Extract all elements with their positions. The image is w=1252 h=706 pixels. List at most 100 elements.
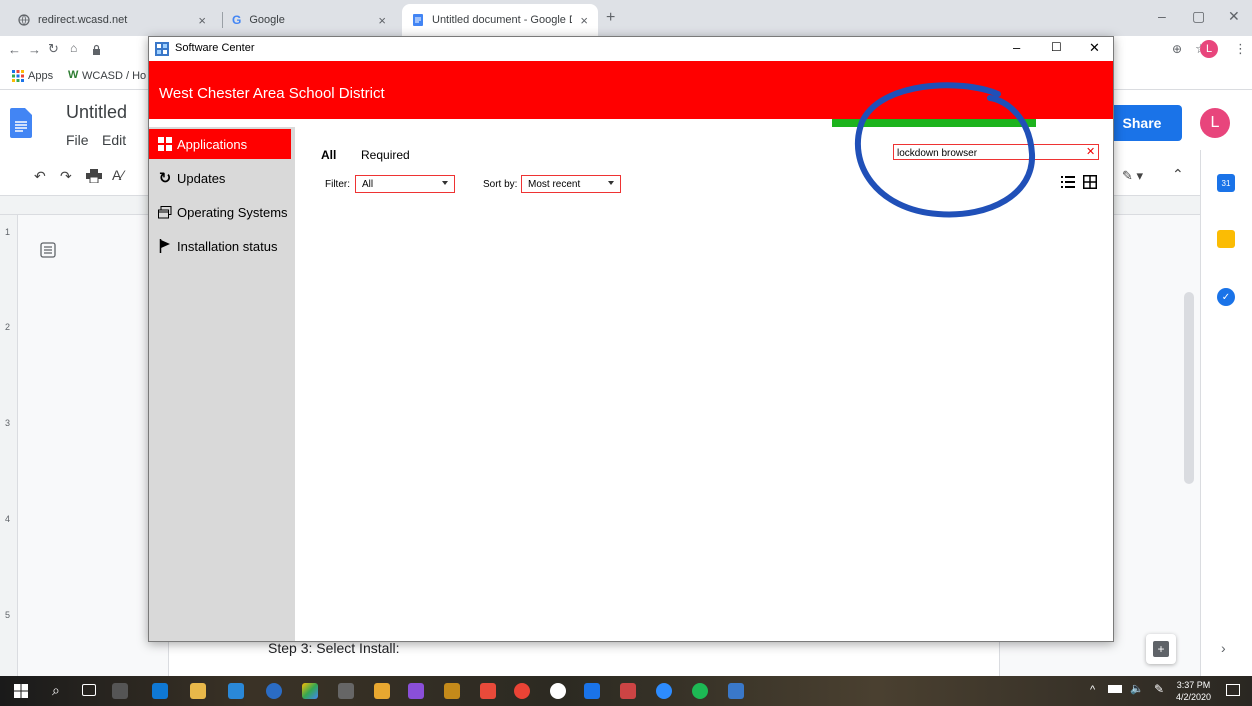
taskbar-zoom-icon[interactable]	[656, 683, 672, 699]
software-center-icon	[155, 42, 169, 56]
bookmark-wcasd[interactable]: WCASD / Ho	[82, 70, 146, 82]
tab-close-icon[interactable]: ×	[580, 13, 588, 28]
taskbar-app-icon[interactable]	[480, 683, 496, 699]
forward-icon[interactable]: →	[28, 42, 41, 57]
tasks-icon[interactable]: ✓	[1217, 288, 1235, 306]
redo-icon[interactable]: ↷	[60, 168, 72, 185]
print-icon[interactable]	[86, 169, 102, 183]
refresh-icon: ↻	[158, 170, 172, 187]
taskbar-sticky-icon[interactable]	[190, 683, 206, 699]
maximize-icon[interactable]: ▢	[1192, 8, 1205, 25]
search-clear-icon[interactable]: ✕	[1086, 145, 1095, 158]
taskbar-app-icon[interactable]	[584, 683, 600, 699]
sort-dropdown[interactable]: Most recent	[521, 175, 621, 193]
sidebar-item-operating-systems[interactable]: Operating Systems	[149, 197, 291, 227]
close-icon[interactable]: ✕	[1228, 8, 1240, 25]
pen-icon[interactable]: ✎	[1154, 682, 1164, 696]
browser-tab-redirect[interactable]: redirect.wcasd.net ×	[8, 4, 216, 36]
expand-panel-icon[interactable]: ›	[1221, 640, 1226, 656]
taskbar-clock[interactable]: 3:37 PM 4/2/2020	[1176, 679, 1211, 703]
explore-button[interactable]: +	[1146, 634, 1176, 664]
annotation-circle	[854, 82, 1036, 218]
docs-logo-icon	[10, 108, 32, 138]
lock-icon	[92, 44, 101, 55]
taskbar-app-icon[interactable]	[374, 683, 390, 699]
docs-menu-file[interactable]: File	[66, 132, 89, 148]
account-avatar[interactable]: L	[1200, 108, 1230, 138]
taskbar-app-icon[interactable]	[444, 683, 460, 699]
tab-required[interactable]: Required	[361, 148, 410, 162]
wcasd-logo-icon: W	[68, 69, 79, 81]
calendar-icon[interactable]: 31	[1217, 174, 1235, 192]
ruler-number: 5	[5, 610, 11, 620]
docs-scrollbar[interactable]	[1184, 292, 1194, 484]
taskbar-outlook-icon[interactable]	[152, 683, 168, 699]
chevron-up-icon[interactable]: ^	[1090, 684, 1095, 696]
tile-view-icon[interactable]	[1083, 175, 1097, 189]
taskbar-app-icon[interactable]	[408, 683, 424, 699]
sidebar-item-updates[interactable]: ↻ Updates	[149, 163, 291, 193]
ruler-number: 3	[5, 418, 11, 428]
chevron-down-icon	[608, 181, 614, 185]
taskbar-webex-icon[interactable]	[266, 683, 282, 699]
docs-side-panel: 31 ✓ ›	[1200, 150, 1252, 676]
taskbar-explorer-icon[interactable]	[228, 683, 244, 699]
taskbar-word-icon[interactable]	[112, 683, 128, 699]
taskbar-chrome-icon[interactable]	[514, 683, 530, 699]
bookmark-apps[interactable]: Apps	[28, 70, 53, 82]
windows-start-icon[interactable]	[14, 684, 28, 698]
docs-title[interactable]: Untitled	[66, 102, 127, 123]
new-tab-button[interactable]: +	[606, 9, 615, 27]
sidebar-item-label: Installation status	[177, 238, 278, 254]
vertical-ruler: 1 2 3 4 5	[0, 215, 18, 676]
sc-maximize-icon[interactable]: ☐	[1051, 40, 1062, 54]
globe-icon	[18, 14, 30, 26]
apps-grid-icon	[12, 70, 24, 82]
sidebar-item-label: Operating Systems	[177, 204, 288, 220]
taskbar-app-icon[interactable]	[550, 683, 566, 699]
minimize-icon[interactable]: –	[1158, 8, 1166, 24]
volume-icon[interactable]: 🔈	[1130, 682, 1144, 695]
tab-label: redirect.wcasd.net	[38, 14, 128, 26]
taskbar-app-icon[interactable]	[620, 683, 636, 699]
docs-menu-edit[interactable]: Edit	[102, 132, 126, 148]
tab-close-icon[interactable]: ×	[378, 13, 386, 28]
more-menu-icon[interactable]: ⋮	[1234, 41, 1247, 57]
home-icon[interactable]: ⌂	[70, 41, 77, 55]
tab-close-icon[interactable]: ×	[198, 13, 206, 28]
ruler-number: 2	[5, 322, 11, 332]
browser-tab-google[interactable]: G Google ×	[222, 4, 396, 36]
reload-icon[interactable]: ↻	[48, 41, 59, 57]
sc-titlebar: Software Center – ☐ ✕	[149, 37, 1113, 61]
zoom-icon[interactable]: ⊕	[1172, 42, 1182, 56]
profile-avatar[interactable]: L	[1200, 40, 1218, 58]
tab-all[interactable]: All	[321, 148, 336, 162]
edit-mode-icon[interactable]: ✎ ▾	[1122, 168, 1143, 184]
sidebar-item-installation-status[interactable]: Installation status	[149, 231, 291, 261]
taskbar-app-icon[interactable]	[338, 683, 354, 699]
undo-icon[interactable]: ↶	[34, 168, 46, 185]
filter-dropdown[interactable]: All	[355, 175, 455, 193]
keep-icon[interactable]	[1217, 230, 1235, 248]
tab-label: Untitled document - Google Doc	[432, 14, 572, 26]
sidebar-item-label: Updates	[177, 170, 226, 186]
collapse-icon[interactable]: ⌃	[1172, 166, 1184, 183]
back-icon[interactable]: ←	[8, 42, 21, 57]
taskbar-drive-icon[interactable]	[302, 683, 318, 699]
search-icon[interactable]: ⌕	[52, 682, 60, 699]
taskbar-spotify-icon[interactable]	[692, 683, 708, 699]
browser-tab-docs[interactable]: Untitled document - Google Doc ×	[402, 4, 598, 36]
task-view-icon[interactable]	[82, 684, 96, 696]
sidebar-item-applications[interactable]: Applications	[149, 129, 291, 159]
clock-time: 3:37 PM	[1176, 680, 1211, 690]
chevron-down-icon	[442, 181, 448, 185]
taskbar-software-center-icon[interactable]	[728, 683, 744, 699]
outline-icon[interactable]	[40, 242, 56, 258]
spellcheck-icon[interactable]: A⁄	[112, 167, 124, 183]
notifications-icon[interactable]	[1226, 684, 1240, 696]
sc-close-icon[interactable]: ✕	[1089, 40, 1100, 56]
sc-minimize-icon[interactable]: –	[1013, 40, 1020, 55]
list-view-icon[interactable]	[1061, 176, 1075, 188]
battery-icon[interactable]	[1108, 685, 1122, 693]
share-button[interactable]: Share	[1102, 105, 1182, 141]
